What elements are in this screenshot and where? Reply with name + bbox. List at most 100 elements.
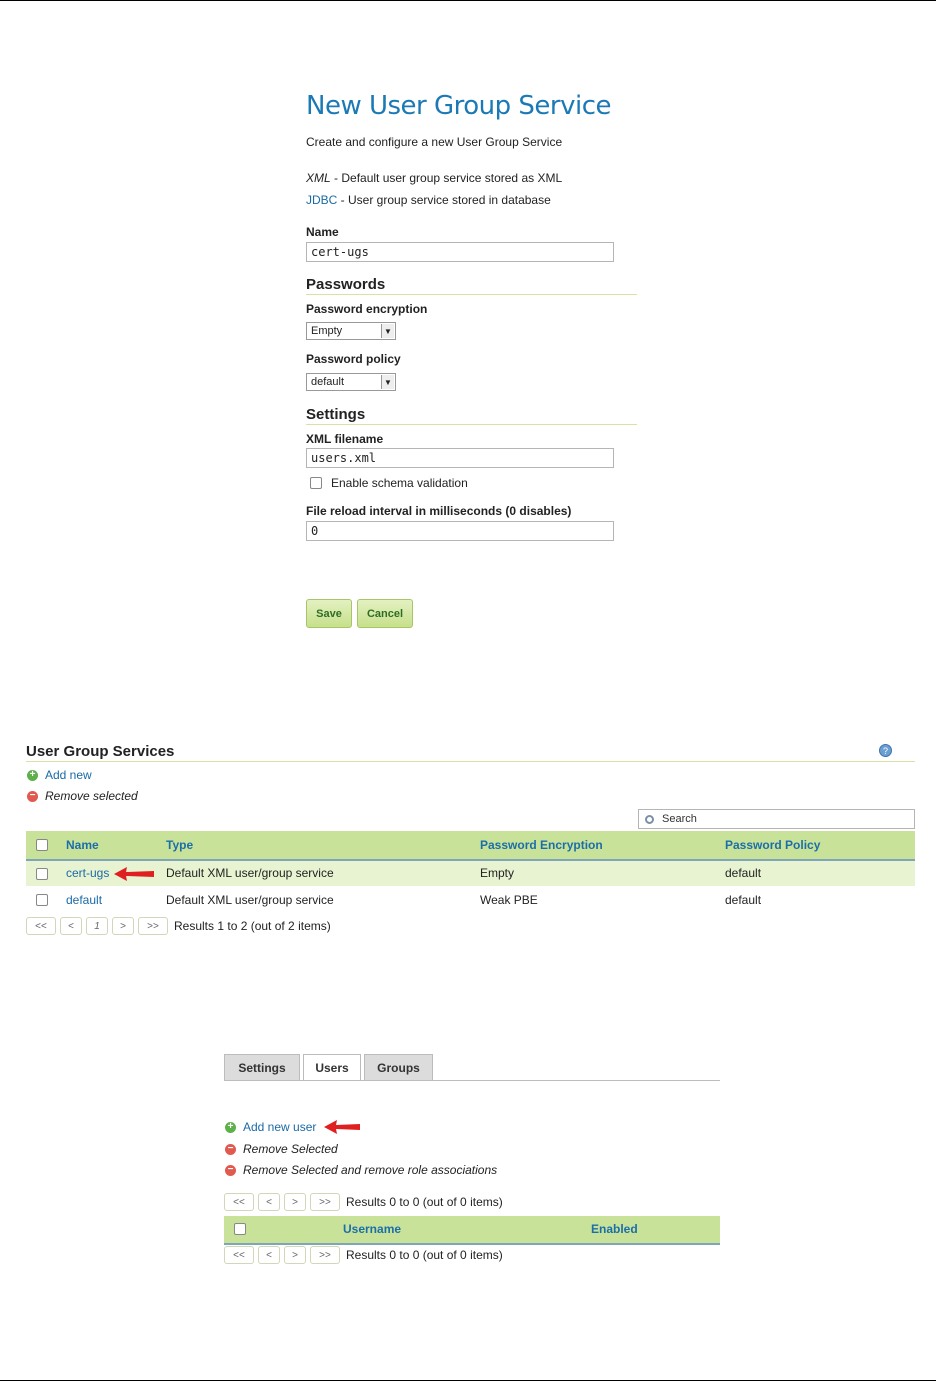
- add-icon: +: [27, 769, 38, 781]
- jdbc-description: JDBC - User group service stored in data…: [306, 193, 551, 207]
- row-checkbox[interactable]: [36, 868, 48, 880]
- password-policy-label: Password policy: [306, 352, 401, 366]
- add-new-link[interactable]: + Add new: [27, 768, 92, 782]
- search-input[interactable]: Search: [638, 809, 915, 829]
- services-table-header: Name Type Password Encryption Password P…: [26, 831, 915, 861]
- remove-icon: −: [225, 1143, 236, 1155]
- page-top-rule: [0, 0, 936, 1]
- search-placeholder: Search: [662, 813, 697, 825]
- service-type: Default XML user/group service: [166, 893, 334, 907]
- reload-interval-input[interactable]: 0: [306, 521, 614, 541]
- services-heading: User Group Services: [26, 743, 175, 760]
- save-button[interactable]: Save: [306, 599, 352, 628]
- next-page-button[interactable]: >: [112, 917, 134, 935]
- password-encryption-label: Password encryption: [306, 302, 428, 316]
- prev-page-button[interactable]: <: [258, 1193, 280, 1211]
- dropdown-arrow-icon: ▼: [381, 324, 394, 338]
- services-divider: [26, 761, 915, 762]
- column-header-encryption[interactable]: Password Encryption: [480, 838, 603, 852]
- search-icon: [645, 814, 654, 824]
- xml-label: XML: [306, 171, 331, 185]
- dropdown-arrow-icon: ▼: [381, 375, 394, 389]
- passwords-heading: Passwords: [306, 276, 386, 293]
- schema-validation-checkbox[interactable]: [310, 477, 322, 489]
- page-number-button[interactable]: 1: [86, 917, 108, 935]
- passwords-divider: [306, 294, 637, 295]
- service-type: Default XML user/group service: [166, 866, 334, 880]
- last-page-button[interactable]: >>: [310, 1246, 340, 1264]
- remove-with-roles-label: Remove Selected and remove role associat…: [243, 1163, 498, 1177]
- remove-icon: −: [27, 790, 38, 802]
- xml-desc-text: - Default user group service stored as X…: [330, 171, 563, 185]
- page-title: New User Group Service: [306, 91, 612, 121]
- add-new-label: Add new: [45, 768, 92, 782]
- password-encryption-select[interactable]: Empty ▼: [306, 322, 396, 340]
- service-name-link[interactable]: cert-ugs: [66, 866, 109, 880]
- pager-summary: Results 0 to 0 (out of 0 items): [346, 1195, 503, 1209]
- xml-description: XML - Default user group service stored …: [306, 171, 562, 185]
- add-new-user-link[interactable]: + Add new user: [225, 1120, 316, 1134]
- add-icon: +: [225, 1121, 236, 1133]
- xml-filename-label: XML filename: [306, 432, 384, 446]
- column-header-username[interactable]: Username: [343, 1222, 401, 1236]
- last-page-button[interactable]: >>: [138, 917, 168, 935]
- service-encryption: Weak PBE: [480, 893, 538, 907]
- cancel-button[interactable]: Cancel: [357, 599, 413, 628]
- next-page-button[interactable]: >: [284, 1193, 306, 1211]
- remove-icon: −: [225, 1164, 236, 1176]
- column-header-policy[interactable]: Password Policy: [725, 838, 820, 852]
- jdbc-link[interactable]: JDBC: [306, 193, 337, 207]
- tab-users[interactable]: Users: [303, 1054, 361, 1081]
- users-table-header: Username Enabled: [224, 1216, 720, 1245]
- column-header-name[interactable]: Name: [66, 838, 99, 852]
- table-row[interactable]: cert-ugs Default XML user/group service …: [26, 861, 915, 886]
- page-subtitle: Create and configure a new User Group Se…: [306, 135, 563, 149]
- reload-interval-label: File reload interval in milliseconds (0 …: [306, 504, 572, 518]
- tab-groups[interactable]: Groups: [364, 1054, 433, 1080]
- remove-selected-users-label: Remove Selected: [243, 1142, 338, 1156]
- table-row[interactable]: default Default XML user/group service W…: [26, 888, 915, 913]
- users-pager-top: << < > >> Results 0 to 0 (out of 0 items…: [224, 1193, 503, 1211]
- users-pager-bottom: << < > >> Results 0 to 0 (out of 0 items…: [224, 1246, 503, 1264]
- password-policy-value: default: [311, 376, 345, 388]
- prev-page-button[interactable]: <: [258, 1246, 280, 1264]
- service-encryption: Empty: [480, 866, 515, 880]
- red-arrow-annotation: [324, 1120, 360, 1134]
- services-pager: << < 1 > >> Results 1 to 2 (out of 2 ite…: [26, 917, 331, 935]
- xml-filename-input[interactable]: users.xml: [306, 448, 614, 468]
- column-header-enabled[interactable]: Enabled: [591, 1222, 638, 1236]
- service-policy: default: [725, 893, 762, 907]
- pager-summary: Results 0 to 0 (out of 0 items): [346, 1248, 503, 1262]
- first-page-button[interactable]: <<: [26, 917, 56, 935]
- prev-page-button[interactable]: <: [60, 917, 82, 935]
- tabs-baseline: [224, 1080, 720, 1081]
- name-input[interactable]: cert-ugs: [306, 242, 614, 262]
- row-checkbox[interactable]: [36, 894, 48, 906]
- schema-validation-label: Enable schema validation: [331, 476, 468, 490]
- last-page-button[interactable]: >>: [310, 1193, 340, 1211]
- service-name-link[interactable]: default: [66, 893, 102, 907]
- next-page-button[interactable]: >: [284, 1246, 306, 1264]
- password-encryption-value: Empty: [311, 325, 343, 337]
- jdbc-desc-text: - User group service stored in database: [337, 193, 551, 207]
- remove-selected-link[interactable]: − Remove selected: [27, 789, 138, 803]
- name-label: Name: [306, 225, 339, 239]
- select-all-checkbox[interactable]: [234, 1223, 246, 1235]
- column-header-type[interactable]: Type: [166, 838, 193, 852]
- settings-divider: [306, 424, 637, 425]
- page-bottom-rule: [0, 1380, 936, 1381]
- help-icon[interactable]: ?: [879, 744, 892, 757]
- remove-selected-users-link[interactable]: − Remove Selected: [225, 1142, 338, 1156]
- first-page-button[interactable]: <<: [224, 1193, 254, 1211]
- remove-with-roles-link[interactable]: − Remove Selected and remove role associ…: [225, 1163, 497, 1177]
- settings-heading: Settings: [306, 406, 366, 423]
- pager-summary: Results 1 to 2 (out of 2 items): [174, 919, 331, 933]
- password-policy-select[interactable]: default ▼: [306, 373, 396, 391]
- add-new-user-label: Add new user: [243, 1120, 317, 1134]
- select-all-checkbox[interactable]: [36, 839, 48, 851]
- red-arrow-annotation: [114, 867, 154, 881]
- service-policy: default: [725, 866, 762, 880]
- remove-selected-label: Remove selected: [45, 789, 138, 803]
- first-page-button[interactable]: <<: [224, 1246, 254, 1264]
- tab-settings[interactable]: Settings: [224, 1054, 300, 1080]
